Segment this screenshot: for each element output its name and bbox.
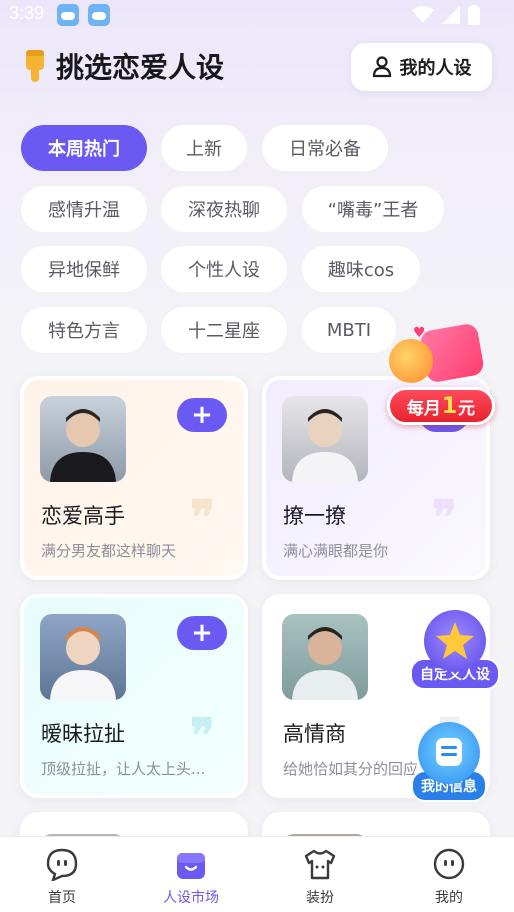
quote-icon: ❞ bbox=[432, 490, 457, 544]
person-silhouette-icon bbox=[50, 409, 116, 482]
chip-dialect[interactable]: 特色方言 bbox=[21, 307, 147, 353]
chip-fun-cos[interactable]: 趣味cos bbox=[302, 246, 420, 292]
my-info-button[interactable]: 我的信息 bbox=[411, 722, 487, 802]
chip-zodiac[interactable]: 十二星座 bbox=[161, 307, 287, 353]
chip-label: “嘴毒”王者 bbox=[327, 200, 419, 221]
heart-icon: ♥ bbox=[427, 333, 437, 346]
bottom-tab-bar: 首页 人设市场 装扮 我的 bbox=[0, 836, 514, 912]
page-title-text: 挑选恋爱人设 bbox=[56, 51, 225, 84]
chip-label: 十二星座 bbox=[188, 321, 260, 342]
persona-card[interactable]: + 暧昧拉扯 顶级拉扯，让人太上头... ❞ bbox=[20, 594, 248, 798]
shop-icon bbox=[177, 853, 205, 879]
page-title: 挑选恋爱人设 bbox=[22, 46, 224, 86]
signal-icon bbox=[442, 6, 460, 24]
quote-icon: ❞ bbox=[190, 708, 215, 762]
chip-label: 上新 bbox=[186, 139, 222, 160]
promo-prefix: 每月 bbox=[406, 398, 441, 419]
chat-bubble-icon bbox=[418, 722, 480, 784]
cloud-notification-icon bbox=[57, 4, 79, 26]
user-icon bbox=[372, 56, 391, 78]
chip-label: 日常必备 bbox=[289, 139, 361, 160]
chip-label: 深夜热聊 bbox=[188, 200, 260, 221]
persona-avatar bbox=[282, 614, 368, 700]
persona-card[interactable]: + 恋爱高手 满分男友都这样聊天 ❞ bbox=[20, 376, 248, 580]
persona-name: 高情商 bbox=[283, 722, 346, 746]
chip-label: 感情升温 bbox=[48, 200, 120, 221]
chip-label: MBTI bbox=[326, 319, 372, 341]
persona-avatar bbox=[282, 396, 368, 482]
add-plus: + bbox=[191, 618, 213, 648]
persona-avatar bbox=[40, 614, 126, 700]
heart-icon: ♥ bbox=[413, 325, 426, 341]
person-silhouette-icon bbox=[50, 627, 116, 700]
wifi-icon bbox=[412, 6, 434, 23]
chip-relationship-warmup[interactable]: 感情升温 bbox=[21, 186, 147, 232]
quote-icon: ❞ bbox=[190, 490, 215, 544]
persona-name: 暧昧拉扯 bbox=[41, 722, 125, 746]
status-bar: 3:39 bbox=[0, 0, 514, 30]
status-time: 3:39 bbox=[9, 3, 45, 23]
chip-daily-essentials[interactable]: 日常必备 bbox=[262, 125, 388, 171]
profile-face-icon bbox=[433, 848, 465, 880]
persona-name: 撩一撩 bbox=[283, 504, 346, 528]
chip-label: 趣味cos bbox=[327, 260, 395, 281]
status-icons bbox=[412, 5, 480, 25]
chip-mbti[interactable]: MBTI bbox=[302, 307, 396, 353]
person-silhouette-icon bbox=[292, 627, 358, 700]
pointing-hand-icon bbox=[26, 50, 44, 82]
tab-persona-market[interactable]: 人设市场 bbox=[141, 847, 241, 907]
tab-label: 我的 bbox=[435, 890, 463, 906]
tab-me[interactable]: 我的 bbox=[399, 847, 499, 907]
add-plus: + bbox=[191, 400, 213, 430]
add-button[interactable]: + bbox=[177, 398, 227, 432]
persona-name: 恋爱高手 bbox=[41, 504, 125, 528]
promo-price-label: 每月 1 元 bbox=[387, 387, 495, 425]
persona-description: 给她恰如其分的回应 bbox=[283, 760, 419, 778]
promo-number: 1 bbox=[441, 393, 458, 419]
custom-persona-button[interactable]: 自定义人设 bbox=[410, 610, 500, 690]
tab-label: 装扮 bbox=[306, 890, 334, 906]
person-silhouette-icon bbox=[292, 409, 358, 482]
chip-label: 个性人设 bbox=[188, 260, 260, 281]
tab-dress-up[interactable]: 装扮 bbox=[270, 847, 370, 907]
tab-home[interactable]: 首页 bbox=[12, 847, 112, 907]
persona-avatar bbox=[40, 396, 126, 482]
chip-unique-persona[interactable]: 个性人设 bbox=[161, 246, 287, 292]
chip-label: 特色方言 bbox=[48, 321, 120, 342]
promo-suffix: 元 bbox=[458, 398, 476, 419]
my-persona-button[interactable]: 我的人设 bbox=[351, 43, 492, 91]
chip-late-night-chat[interactable]: 深夜热聊 bbox=[161, 186, 287, 232]
battery-icon bbox=[468, 5, 480, 25]
chip-weekly-hot[interactable]: 本周热门 bbox=[21, 125, 147, 171]
chip-sharp-tongue-king[interactable]: “嘴毒”王者 bbox=[302, 186, 444, 232]
star-icon bbox=[424, 610, 486, 672]
cloud-notification-icon bbox=[88, 4, 110, 26]
chip-long-distance[interactable]: 异地保鲜 bbox=[21, 246, 147, 292]
home-face-icon bbox=[46, 848, 78, 881]
chip-new[interactable]: 上新 bbox=[161, 125, 247, 171]
monthly-promo-badge[interactable]: ♥ ♥ 每月 1 元 bbox=[385, 322, 497, 427]
tab-label: 人设市场 bbox=[163, 890, 219, 906]
my-persona-label: 我的人设 bbox=[399, 58, 472, 79]
add-button[interactable]: + bbox=[177, 616, 227, 650]
chip-label: 本周热门 bbox=[48, 139, 120, 160]
chip-label: 异地保鲜 bbox=[48, 260, 120, 281]
tab-label: 首页 bbox=[48, 890, 76, 906]
tshirt-icon bbox=[304, 849, 336, 880]
